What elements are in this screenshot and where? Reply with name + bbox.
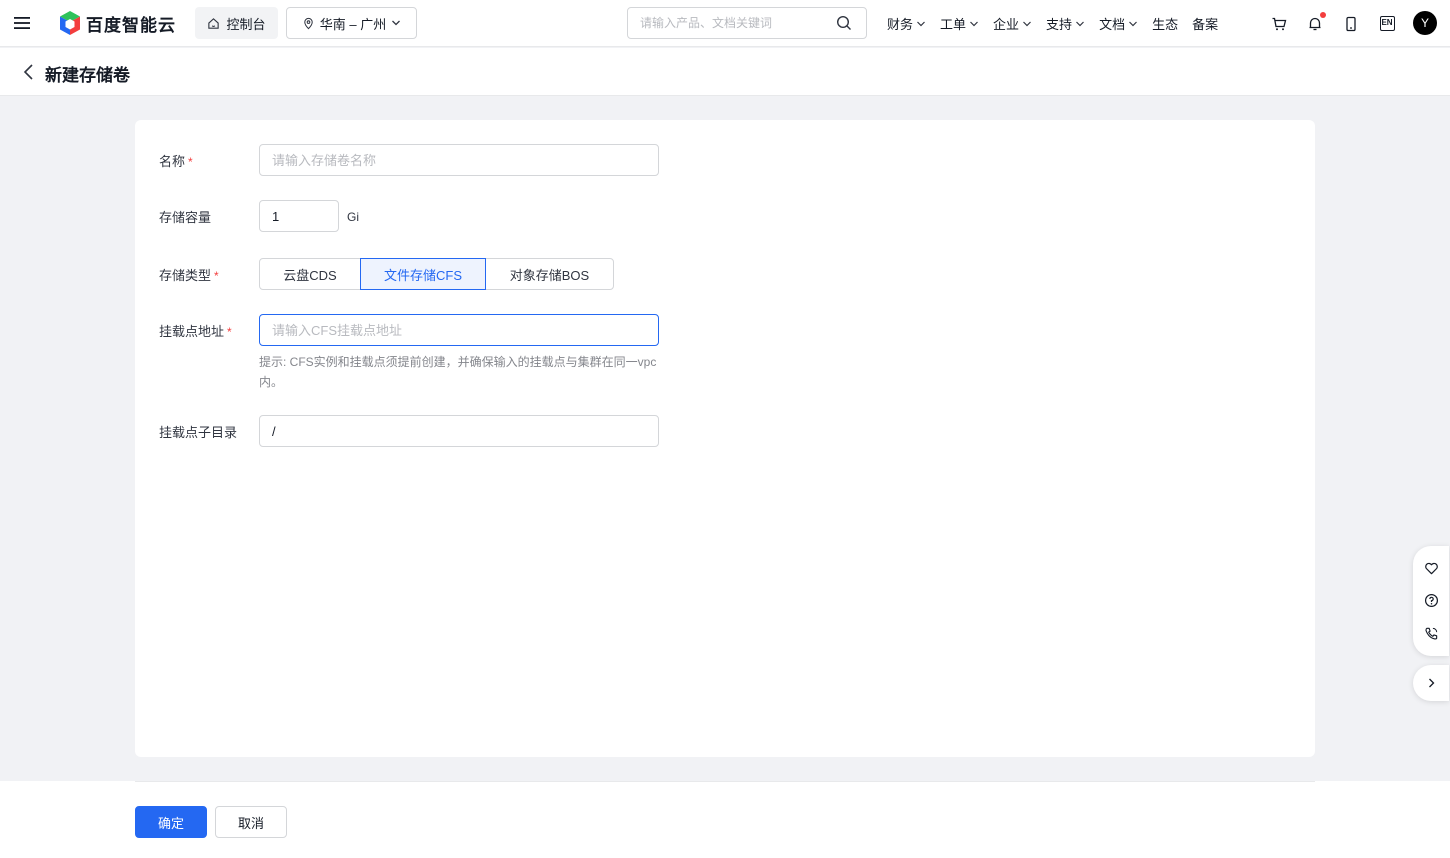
chevron-down-icon [1023, 21, 1031, 26]
baidu-cloud-logo[interactable]: 百度智能云 [58, 10, 176, 36]
footer-divider [135, 781, 1315, 782]
mount-subdir-input[interactable] [260, 416, 658, 446]
favorite-heart-icon[interactable] [1422, 559, 1440, 577]
chevron-down-icon [1076, 21, 1084, 26]
form-footer: 确定 取消 [0, 781, 1450, 858]
nav-link-label: 企业 [993, 17, 1020, 32]
location-icon [304, 17, 313, 29]
cart-icon[interactable] [1270, 15, 1288, 33]
home-icon [208, 17, 220, 29]
top-nav-icons: EN [1270, 0, 1414, 47]
capacity-input[interactable] [260, 201, 338, 231]
nav-link-label: 备案 [1192, 17, 1219, 32]
back-arrow-icon[interactable] [22, 63, 36, 81]
name-field [259, 144, 659, 176]
baidu-cloud-logo-icon [60, 11, 80, 35]
nav-link-5[interactable]: 生态 [1152, 14, 1178, 33]
chevron-right-icon [1429, 678, 1435, 688]
nav-link-0[interactable]: 财务 [887, 14, 926, 33]
storage-type-option-bos[interactable]: 对象存储BOS [485, 258, 614, 290]
capacity-field [259, 200, 339, 232]
chevron-down-icon [1129, 21, 1138, 26]
region-label: 华南 – 广州 [319, 16, 387, 32]
page-title: 新建存储卷 [45, 66, 130, 85]
nav-link-label: 文档 [1099, 17, 1126, 32]
required-asterisk: * [188, 155, 193, 169]
required-asterisk: * [227, 325, 232, 339]
help-question-icon[interactable] [1422, 592, 1440, 610]
nav-link-1[interactable]: 工单 [940, 14, 979, 33]
search-icon[interactable] [836, 15, 852, 34]
mobile-icon[interactable] [1342, 15, 1360, 33]
capacity-unit: Gi [347, 210, 359, 224]
mount-subdir-field [259, 415, 659, 447]
chevron-down-icon [392, 20, 401, 26]
name-label: 名称 * [159, 154, 193, 169]
nav-link-label: 工单 [940, 17, 967, 32]
notification-dot [1320, 11, 1326, 18]
storage-type-option-cds[interactable]: 云盘CDS [259, 258, 361, 290]
name-input[interactable] [260, 145, 658, 175]
console-label: 控制台 [226, 16, 266, 32]
mount-address-field [259, 314, 659, 346]
search-input[interactable] [628, 8, 828, 38]
nav-link-4[interactable]: 文档 [1099, 14, 1138, 33]
create-volume-form: 名称* 存储容量 Gi 存储类型* 云盘CDS 文件存储CFS 对象存储BOS … [135, 120, 1315, 757]
mount-address-hint: 提示: CFS实例和挂载点须提前创建，并确保输入的挂载点与集群在同一vpc内。 [259, 355, 657, 389]
chevron-down-icon [917, 21, 925, 26]
bell-icon[interactable] [1306, 11, 1326, 33]
logo-text: 百度智能云 [86, 15, 176, 35]
storage-type-selector: 云盘CDS 文件存储CFS 对象存储BOS [259, 258, 614, 290]
nav-link-label: 生态 [1152, 17, 1179, 32]
phone-icon[interactable] [1422, 625, 1440, 643]
confirm-button[interactable]: 确定 [135, 806, 207, 838]
storage-type-option-cfs[interactable]: 文件存储CFS [360, 258, 486, 290]
nav-link-3[interactable]: 支持 [1046, 14, 1085, 33]
storage-type-label: 存储类型 * [159, 268, 219, 283]
nav-link-6[interactable]: 备案 [1192, 14, 1218, 33]
mount-address-label: 挂载点地址 * [159, 324, 232, 339]
side-collapse-button[interactable] [1413, 665, 1449, 701]
top-navigation-bar: 百度智能云 控制台 华南 – 广州 财务 工单 企业 支持 文档 生态备案 EN Y [0, 0, 1450, 47]
region-selector[interactable]: 华南 – 广州 [286, 7, 417, 39]
language-en-icon[interactable]: EN [1378, 15, 1396, 33]
console-button[interactable]: 控制台 [195, 7, 278, 39]
floating-side-tools [1413, 546, 1449, 656]
mount-address-input[interactable] [260, 315, 658, 345]
top-nav-links: 财务 工单 企业 支持 文档 生态 备案 [887, 0, 1232, 47]
nav-link-label: 财务 [887, 17, 914, 32]
page-header: 新建存储卷 [0, 48, 1450, 96]
global-search [627, 7, 867, 39]
required-asterisk: * [214, 269, 219, 283]
chevron-down-icon [970, 21, 978, 26]
hamburger-menu-icon[interactable] [13, 14, 31, 32]
cancel-button[interactable]: 取消 [215, 806, 287, 838]
capacity-label: 存储容量 [159, 210, 212, 225]
nav-link-label: 支持 [1046, 17, 1073, 32]
user-avatar[interactable]: Y [1413, 11, 1437, 35]
mount-subdir-label: 挂载点子目录 [159, 425, 238, 440]
nav-link-2[interactable]: 企业 [993, 14, 1032, 33]
